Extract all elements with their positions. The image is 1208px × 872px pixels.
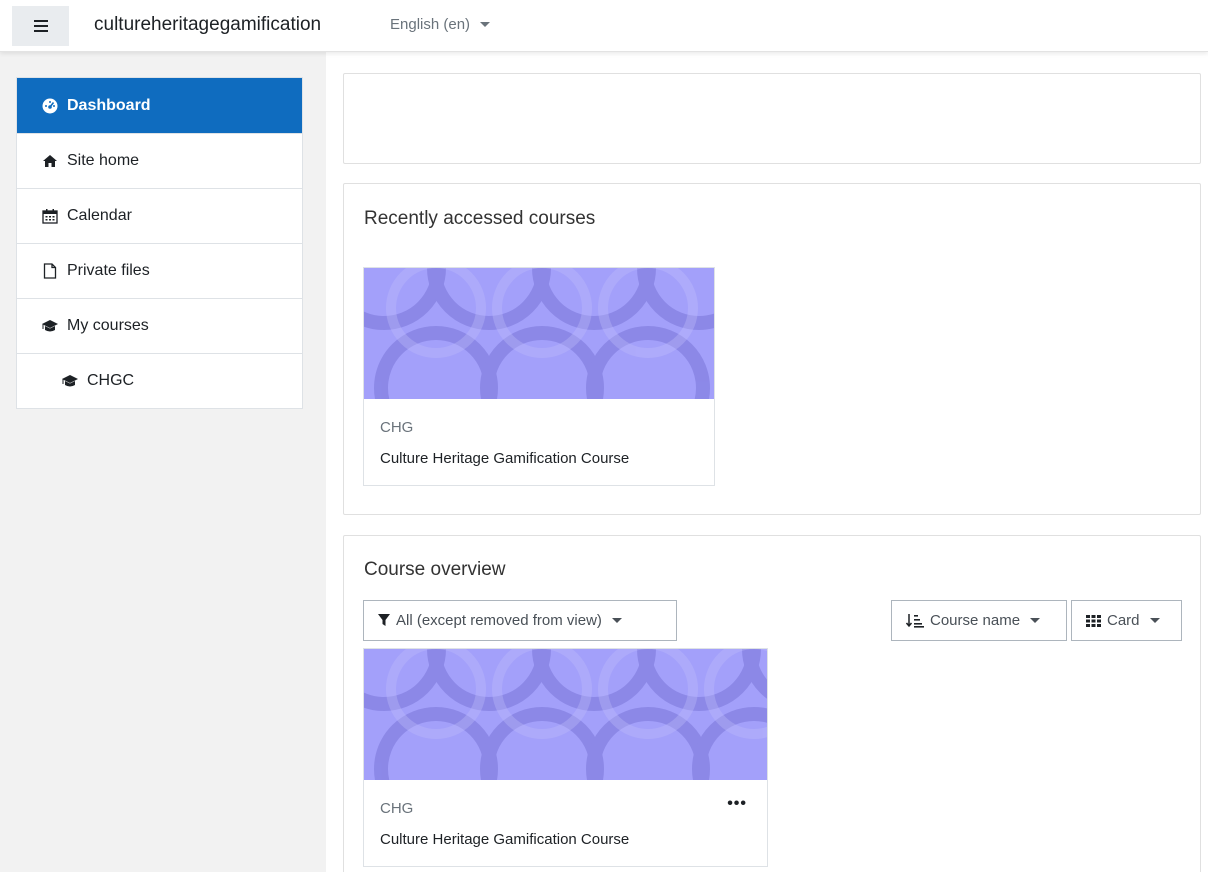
course-shortname: CHG	[380, 800, 414, 817]
main-region: Recently accessed courses CHG Culture He…	[326, 52, 1208, 872]
course-card[interactable]: CHG Culture Heritage Gamification Course	[363, 267, 715, 486]
empty-block	[343, 73, 1201, 164]
nav-item-label: Private files	[67, 262, 150, 279]
home-icon	[41, 152, 59, 170]
recently-accessed-block: Recently accessed courses CHG Culture He…	[343, 183, 1201, 515]
sort-label: Course name	[930, 612, 1021, 629]
nav-item-label: Calendar	[67, 207, 132, 224]
language-label: English (en)	[390, 16, 471, 33]
nav-list: Dashboard Site home Calendar Private fil…	[16, 77, 303, 409]
course-card[interactable]: CHG ••• Culture Heritage Gamification Co…	[363, 648, 768, 867]
hamburger-icon	[33, 20, 48, 32]
nav-item-label: CHGC	[87, 372, 135, 389]
filter-label: All (except removed from view)	[396, 612, 602, 629]
nav-drawer: Dashboard Site home Calendar Private fil…	[0, 52, 326, 872]
file-icon	[41, 262, 59, 280]
graduation-cap-icon	[61, 372, 79, 390]
nav-item-label: Dashboard	[67, 96, 151, 114]
tachometer-icon	[41, 97, 59, 115]
caret-down-icon	[1149, 618, 1160, 623]
nav-item-site-home[interactable]: Site home	[17, 133, 302, 188]
nav-item-calendar[interactable]: Calendar	[17, 188, 302, 243]
top-navbar: cultureheritagegamification English (en)	[0, 0, 1208, 52]
sort-alpha-icon	[906, 613, 924, 628]
grid-icon	[1086, 614, 1101, 627]
nav-item-label: My courses	[67, 317, 149, 334]
course-card-image[interactable]	[364, 268, 714, 399]
nav-item-my-courses[interactable]: My courses	[17, 298, 302, 353]
caret-down-icon	[611, 618, 622, 623]
graduation-cap-icon	[41, 317, 59, 335]
course-fullname-link[interactable]: Culture Heritage Gamification Course	[380, 450, 629, 467]
sort-dropdown-button[interactable]: Course name	[891, 600, 1067, 641]
nav-item-private-files[interactable]: Private files	[17, 243, 302, 298]
course-shortname: CHG	[380, 419, 414, 436]
block-title: Course overview	[364, 559, 506, 580]
nav-item-dashboard[interactable]: Dashboard	[17, 78, 302, 133]
calendar-icon	[41, 207, 59, 225]
view-dropdown-button[interactable]: Card	[1071, 600, 1182, 641]
site-name-link[interactable]: cultureheritagegamification	[94, 14, 321, 36]
nav-item-chgc[interactable]: CHGC	[17, 353, 302, 408]
language-menu[interactable]: English (en)	[390, 16, 491, 33]
drawer-toggle-button[interactable]	[12, 6, 69, 46]
course-card-image[interactable]	[364, 649, 767, 780]
course-fullname-link[interactable]: Culture Heritage Gamification Course	[380, 831, 629, 848]
course-overview-block: Course overview All (except removed from…	[343, 535, 1201, 872]
nav-item-label: Site home	[67, 152, 140, 169]
course-actions-menu-button[interactable]: •••	[727, 795, 747, 813]
view-label: Card	[1107, 612, 1140, 629]
caret-down-icon	[1030, 618, 1041, 623]
filter-icon	[378, 614, 390, 626]
caret-down-icon	[480, 22, 491, 27]
block-title: Recently accessed courses	[364, 208, 596, 229]
filter-dropdown-button[interactable]: All (except removed from view)	[363, 600, 677, 641]
